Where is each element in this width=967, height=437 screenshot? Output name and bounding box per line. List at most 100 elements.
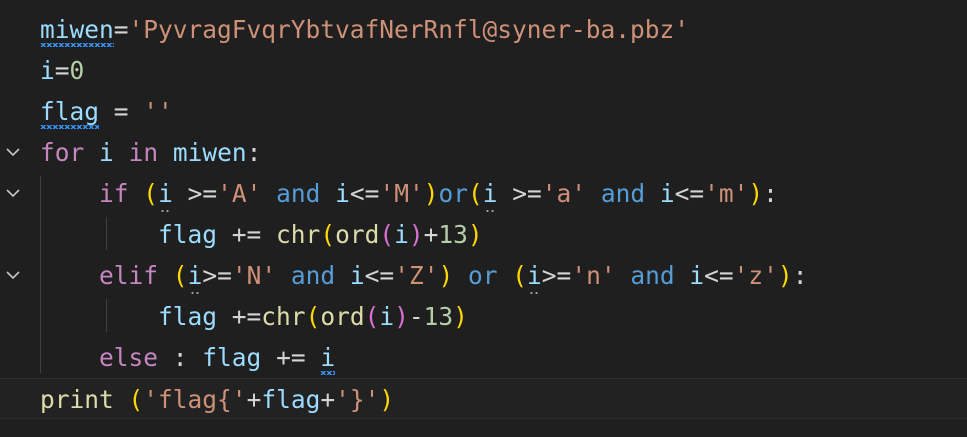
code-token: flag [40,91,100,132]
code-token: 'n' [571,261,616,290]
code-token: in [128,138,159,167]
code-token: 0 [69,56,85,85]
code-token: i [320,337,335,378]
code-token: ) [748,179,764,208]
code-token: elif [99,261,159,290]
code-token: ( [512,261,528,290]
code-token: print [40,385,114,414]
code-token: ( [305,302,321,331]
code-token: 'm' [704,179,749,208]
code-token: <= [364,261,395,290]
code-text: flag = '' [40,91,173,132]
code-token: >= [541,261,572,290]
code-text: i=0 [40,50,84,91]
code-line[interactable]: for i in miwen: [0,132,967,173]
code-token: = [99,97,144,126]
code-token: chr [276,220,321,249]
code-token: flag [158,220,218,249]
code-token: miwen [172,138,247,167]
code-token: i [659,179,675,208]
code-line[interactable]: flag += chr(ord(i)+13) [0,214,967,255]
code-token: ( [467,179,483,208]
code-token: and [290,261,336,290]
code-token: else [99,343,159,372]
code-text: flag += chr(ord(i)+13) [40,214,483,255]
code-token: + [246,385,262,414]
code-token: 'M' [379,179,424,208]
code-token: i [158,173,173,214]
code-editor[interactable]: miwen='PyvragFvqrYbtvafNerRnfl@syner-ba.… [0,0,967,437]
code-line[interactable]: i=0 [0,50,967,91]
code-token: i [188,255,202,296]
code-token: ) [777,261,793,290]
code-token: ord [320,302,365,331]
code-token: += [217,220,277,249]
code-token: 'PyvragFvqrYbtvafNerRnfl@syner-ba.pbz' [128,15,690,44]
code-token: >= [202,261,232,290]
code-token: i [349,261,365,290]
code-token: 'a' [541,179,587,208]
code-token: : [246,138,262,167]
code-token: : [158,343,203,372]
code-token: i [379,302,395,331]
code-token: += [217,302,262,331]
code-token: i [689,261,705,290]
code-token: ord [335,220,380,249]
code-token: 13 [423,302,454,331]
code-token: and [600,179,646,208]
code-token: ( [364,302,380,331]
code-token: ) [438,261,454,290]
code-line[interactable]: if (i >='A' and i<='M')or(i >='a' and i<… [0,173,967,214]
code-token: for [40,138,85,167]
code-token: : [763,179,778,208]
code-text: elif (i>='N' and i<='Z') or (i>='n' and … [40,255,807,296]
code-text: flag +=chr(ord(i)-13) [40,296,468,337]
code-token: 'z' [733,261,778,290]
code-line[interactable]: miwen='PyvragFvqrYbtvafNerRnfl@syner-ba.… [0,9,967,50]
code-token: ( [320,220,336,249]
code-token: i [335,179,350,208]
code-token: i [394,220,409,249]
code-text: for i in miwen: [40,132,261,173]
code-token: flag [202,343,262,372]
code-token: 'A' [217,179,262,208]
chevron-down-icon[interactable] [5,145,21,159]
code-token: ) [423,179,439,208]
code-line[interactable]: elif (i>='N' and i<='Z') or (i>='n' and … [0,255,967,296]
code-token: ) [408,220,424,249]
code-text: print ('flag{'+flag+'}') [40,379,394,420]
code-token: + [423,220,439,249]
code-text: if (i >='A' and i<='M')or(i >='a' and i<… [40,173,778,214]
code-token: : [792,261,808,290]
code-token: 'flag{' [143,385,247,414]
code-token: ) [467,220,483,249]
code-token: i [527,255,542,296]
code-token: ) [379,385,395,414]
chevron-down-icon[interactable] [5,186,21,200]
code-line[interactable]: print ('flag{'+flag+'}') [0,378,967,419]
code-token: 13 [438,220,468,249]
chevron-down-icon[interactable] [5,268,21,282]
code-token: ( [143,179,159,208]
code-text: miwen='PyvragFvqrYbtvafNerRnfl@syner-ba.… [40,9,689,50]
code-line[interactable]: flag = '' [0,91,967,132]
code-line[interactable]: flag +=chr(ord(i)-13) [0,296,967,337]
code-line[interactable]: else : flag += i [0,337,967,378]
code-token: or [438,179,468,208]
code-token: ) [453,302,468,331]
code-token: 'Z' [394,261,439,290]
code-token: = [113,15,129,44]
code-token: ( [172,261,188,290]
